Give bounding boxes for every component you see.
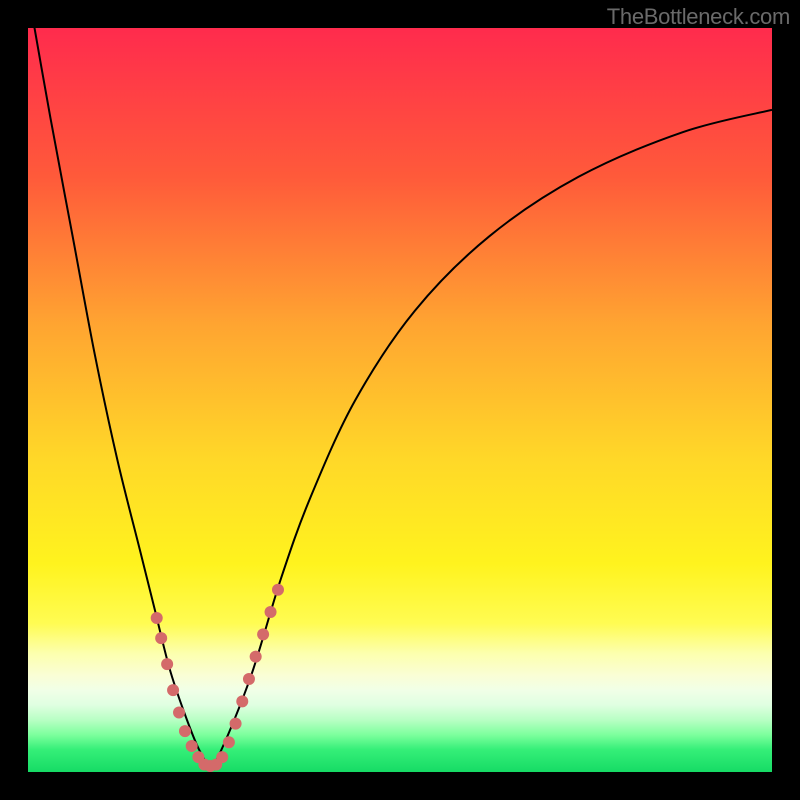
data-point (167, 684, 179, 696)
data-point (186, 740, 198, 752)
chart-frame: TheBottleneck.com (0, 0, 800, 800)
data-point (223, 736, 235, 748)
data-point (216, 751, 228, 763)
data-point (243, 673, 255, 685)
data-point (257, 628, 269, 640)
data-point (250, 651, 262, 663)
plot-area (28, 28, 772, 772)
data-point (265, 606, 277, 618)
data-point (272, 584, 284, 596)
data-points (151, 584, 284, 772)
watermark-text: TheBottleneck.com (607, 4, 790, 30)
data-point (161, 658, 173, 670)
bottleneck-curve (28, 28, 772, 765)
data-point (155, 632, 167, 644)
data-point (173, 706, 185, 718)
data-point (151, 612, 163, 624)
data-point (230, 718, 242, 730)
data-point (179, 725, 191, 737)
curve-layer (28, 28, 772, 772)
data-point (236, 695, 248, 707)
